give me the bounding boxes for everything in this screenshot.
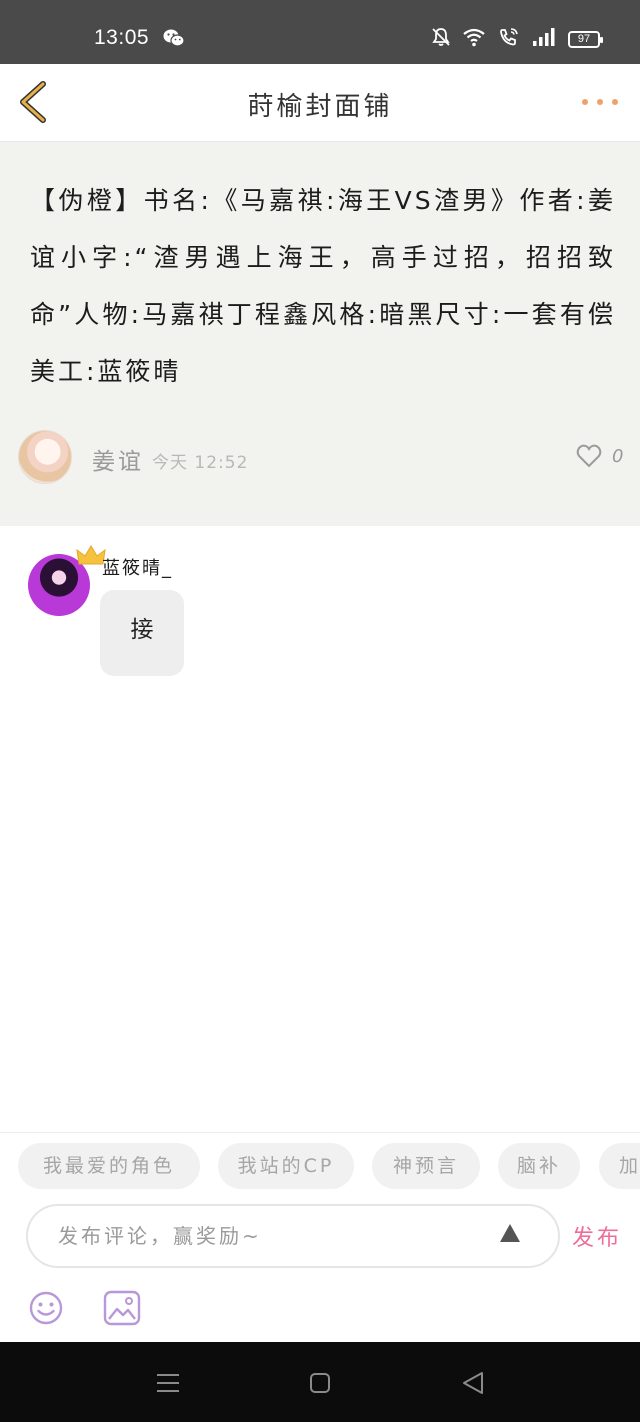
chip-prophecy[interactable]: 神预言 xyxy=(372,1143,480,1189)
system-nav-bar xyxy=(0,1342,640,1422)
volte-call-icon xyxy=(498,27,520,51)
heart-icon[interactable] xyxy=(576,444,602,472)
more-dots-icon[interactable] xyxy=(582,90,618,114)
post-author-row: 姜谊 今天 12:52 0 xyxy=(18,430,628,486)
post-content: 【伪橙】书名:《马嘉祺:海王VS渣男》作者:姜谊小字:“渣男遇上海王，高手过招，… xyxy=(30,186,616,386)
chip-more[interactable]: 加 xyxy=(599,1143,640,1189)
wifi-icon xyxy=(462,27,486,51)
battery-icon: 97 xyxy=(568,30,603,48)
wechat-icon xyxy=(163,28,185,52)
menu-icon[interactable] xyxy=(156,1372,180,1398)
nav-bar: 莳榆封面铺 xyxy=(0,64,640,142)
chip-favorite-character[interactable]: 我最爱的角色 xyxy=(18,1143,200,1189)
mute-bell-icon xyxy=(432,27,450,51)
chip-imagination[interactable]: 脑补 xyxy=(498,1143,580,1189)
comment-item: 蓝筱晴_ 接 xyxy=(26,540,616,690)
post-time: 今天 12:52 xyxy=(152,453,249,473)
like-count: 0 xyxy=(612,446,624,467)
comment-username[interactable]: 蓝筱晴_ xyxy=(102,554,173,580)
emoji-icon[interactable] xyxy=(28,1290,64,1330)
suggestion-chips: 我最爱的角色 我站的CP 神预言 脑补 加 xyxy=(0,1132,640,1200)
publish-button[interactable]: 发布 xyxy=(572,1220,622,1252)
status-indicators: 97 xyxy=(432,27,603,51)
image-picker-icon[interactable] xyxy=(102,1288,142,1332)
status-bar: 13:05 97 xyxy=(0,0,640,64)
status-time: 13:05 xyxy=(94,26,150,49)
chip-my-cp[interactable]: 我站的CP xyxy=(218,1143,354,1189)
page-title: 莳榆封面铺 xyxy=(247,92,393,122)
post-card: 【伪橙】书名:《马嘉祺:海王VS渣男》作者:姜谊小字:“渣男遇上海王，高手过招，… xyxy=(0,142,640,526)
home-icon[interactable] xyxy=(309,1372,331,1398)
comment-input-box xyxy=(26,1204,560,1268)
back-triangle-icon[interactable] xyxy=(461,1371,485,1399)
send-arrow-icon[interactable] xyxy=(498,1222,522,1248)
author-avatar[interactable] xyxy=(18,430,72,484)
comment-bubble: 接 xyxy=(100,590,184,676)
signal-icon xyxy=(532,27,556,51)
author-name[interactable]: 姜谊 xyxy=(92,442,144,476)
comment-input[interactable] xyxy=(58,1206,478,1266)
